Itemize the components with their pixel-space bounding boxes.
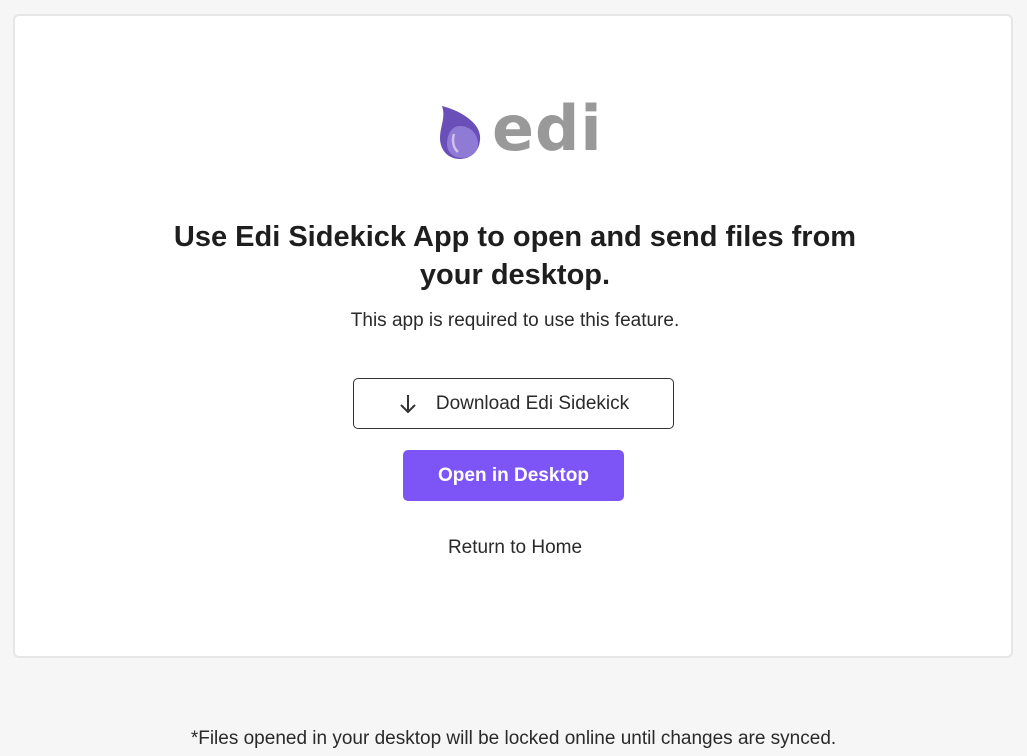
edi-drop-logo-icon [438, 104, 484, 160]
download-sidekick-button[interactable]: Download Edi Sidekick [353, 378, 674, 429]
requirement-text: This app is required to use this feature… [350, 310, 680, 331]
edi-logo: edi [438, 92, 603, 165]
open-in-desktop-button[interactable]: Open in Desktop [403, 450, 624, 501]
download-button-label: Download Edi Sidekick [435, 392, 630, 414]
main-card: edi Use Edi Sidekick App to open and sen… [13, 14, 1013, 658]
headline-line-1: Use Edi Sidekick App to open and send fi… [173, 221, 857, 253]
arrow-down-icon [398, 393, 418, 415]
page-title: Use Edi Sidekick App to open and send fi… [15, 218, 1015, 294]
logo-wordmark: edi [492, 92, 603, 165]
return-to-home-link[interactable]: Return to Home [15, 537, 1015, 559]
sync-lock-footnote: *Files opened in your desktop will be lo… [190, 728, 837, 749]
open-button-label: Open in Desktop [438, 464, 589, 486]
headline-line-2: your desktop. [419, 259, 611, 291]
